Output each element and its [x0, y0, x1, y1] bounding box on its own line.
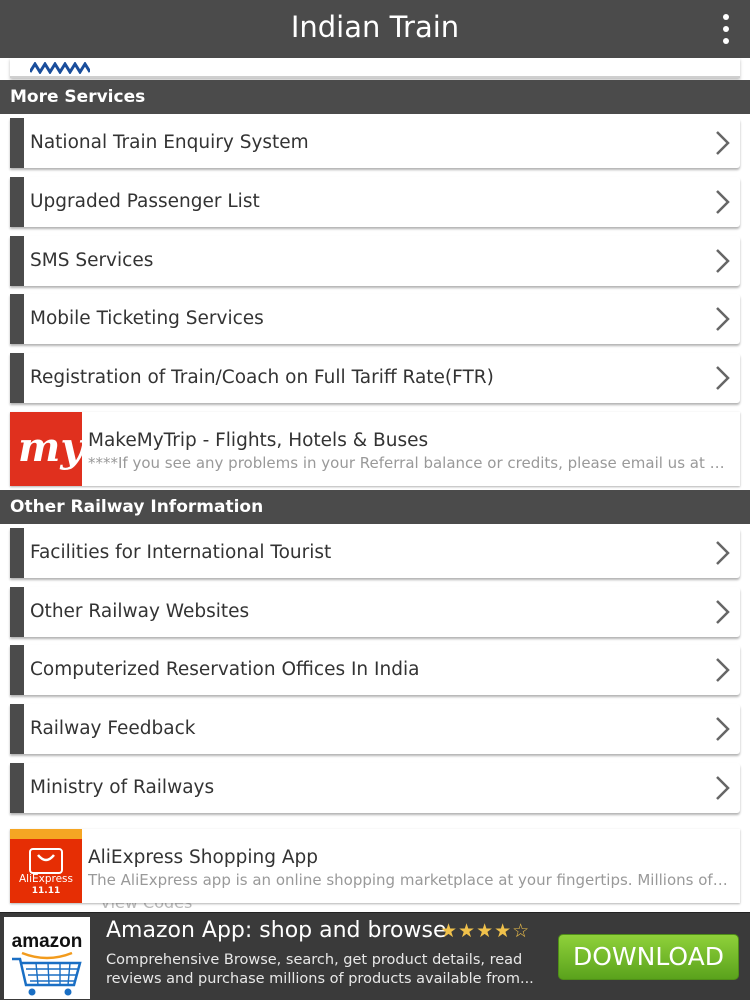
list-item-railway-feedback[interactable]: Railway Feedback — [10, 704, 740, 754]
amazon-logo: amazon — [4, 917, 90, 999]
list-item-international-tourist[interactable]: Facilities for International Tourist — [10, 528, 740, 578]
chevron-right-icon — [716, 307, 730, 331]
chevron-right-icon — [716, 190, 730, 214]
chevron-right-icon — [716, 717, 730, 741]
scrolled-row-fragment — [10, 58, 740, 78]
app-bar: Indian Train — [0, 0, 750, 58]
chevron-right-icon — [716, 131, 730, 155]
list-item-reservation-offices[interactable]: Computerized Reservation Offices In Indi… — [10, 645, 740, 695]
list-item-ministry-of-railways[interactable]: Ministry of Railways — [10, 763, 740, 813]
chevron-right-icon — [716, 366, 730, 390]
section-header-other-railway: Other Railway Information — [0, 490, 750, 524]
list-item-label: Registration of Train/Coach on Full Tari… — [30, 367, 494, 388]
list-item-national-train-enquiry[interactable]: National Train Enquiry System — [10, 118, 740, 168]
amazon-banner-ad[interactable]: amazon Amazon App: shop and browse ★★★★☆… — [0, 912, 750, 1000]
overflow-menu-icon[interactable] — [720, 14, 732, 44]
list-item-other-railway-websites[interactable]: Other Railway Websites — [10, 587, 740, 637]
list-item-label: Facilities for International Tourist — [30, 542, 332, 563]
chevron-right-icon — [716, 658, 730, 682]
list-item-upgraded-passenger-list[interactable]: Upgraded Passenger List — [10, 177, 740, 227]
list-item-label: Ministry of Railways — [30, 777, 215, 798]
section-header-more-services: More Services — [0, 80, 750, 114]
chevron-right-icon — [716, 541, 730, 565]
ad-aliexpress[interactable]: AliExpress 11.11 AliExpress Shopping App… — [10, 829, 740, 903]
shopping-cart-icon — [12, 951, 82, 996]
list-item-label: National Train Enquiry System — [30, 132, 309, 153]
aliexpress-logo: AliExpress 11.11 — [10, 829, 82, 903]
ad-makemytrip[interactable]: my MakeMyTrip - Flights, Hotels & Buses … — [10, 412, 740, 486]
shopping-bag-icon — [29, 848, 63, 874]
ad-title: AliExpress Shopping App — [88, 847, 318, 868]
list-item-sms-services[interactable]: SMS Services — [10, 236, 740, 286]
banner-description: Comprehensive Browse, search, get produc… — [106, 952, 534, 987]
chevron-right-icon — [716, 600, 730, 624]
list-item-mobile-ticketing[interactable]: Mobile Ticketing Services — [10, 294, 740, 344]
download-button[interactable]: DOWNLOAD — [558, 934, 739, 980]
list-item-label: Computerized Reservation Offices In Indi… — [30, 659, 420, 680]
list-item-label: Mobile Ticketing Services — [30, 308, 264, 329]
ad-description: The AliExpress app is an online shopping… — [88, 871, 728, 889]
list-item-label: Other Railway Websites — [30, 601, 250, 622]
list-item-label: Upgraded Passenger List — [30, 191, 260, 212]
list-item-label: SMS Services — [30, 250, 154, 271]
list-item-label: Railway Feedback — [30, 718, 196, 739]
ad-description: ****If you see any problems in your Refe… — [88, 454, 728, 472]
chevron-right-icon — [716, 249, 730, 273]
rating-stars-icon: ★★★★☆ — [440, 920, 531, 942]
pattern-icon — [30, 62, 90, 74]
ad-title: MakeMyTrip - Flights, Hotels & Buses — [88, 430, 429, 451]
list-item-ftr-registration[interactable]: Registration of Train/Coach on Full Tari… — [10, 353, 740, 403]
banner-title: Amazon App: shop and browse — [106, 918, 447, 943]
app-title: Indian Train — [290, 10, 460, 44]
chevron-right-icon — [716, 776, 730, 800]
makemytrip-logo: my — [10, 412, 84, 486]
